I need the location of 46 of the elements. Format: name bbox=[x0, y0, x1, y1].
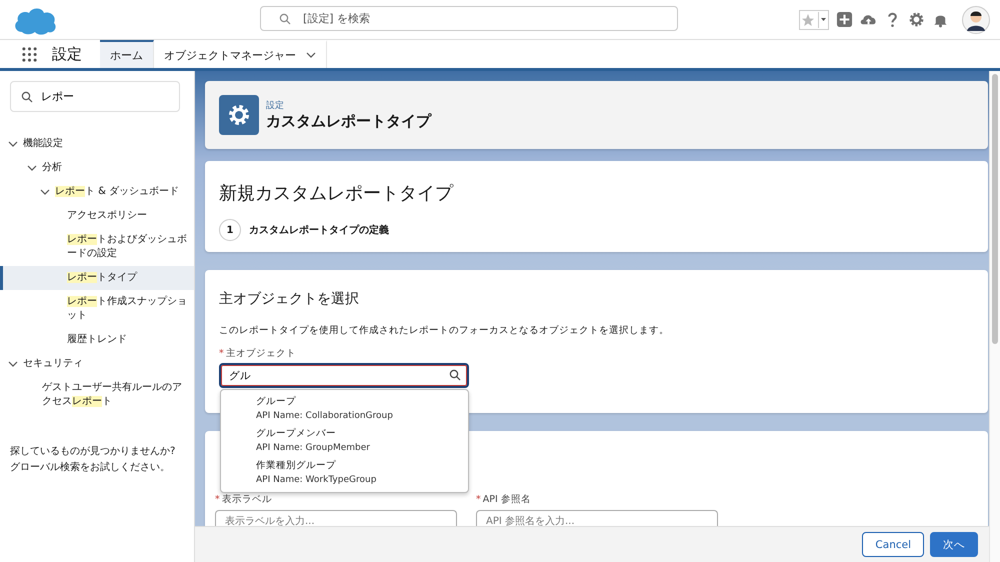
nav-tab[interactable]: オブジェクトマネージャー bbox=[154, 40, 327, 68]
primary-object-field[interactable]: グル bbox=[219, 363, 469, 388]
search-icon bbox=[21, 90, 33, 102]
chevron-down-icon[interactable] bbox=[8, 141, 18, 147]
footer-button[interactable]: Cancel bbox=[862, 532, 924, 557]
breadcrumb[interactable]: 設定 bbox=[266, 99, 431, 112]
tree-item[interactable]: レポー ト & ダッシュボード bbox=[0, 180, 194, 204]
page-title: カスタムレポートタイプ bbox=[266, 112, 431, 131]
step-label: カスタムレポートタイプの定義 bbox=[249, 223, 389, 237]
global-search-input[interactable]: [設定] を検索 bbox=[301, 11, 677, 26]
tree-item[interactable]: アクセスポリシー bbox=[0, 204, 194, 228]
gear-icon bbox=[219, 95, 259, 135]
plus-icon[interactable] bbox=[836, 11, 853, 28]
field-label: * 表示ラベル bbox=[215, 493, 273, 506]
search-icon bbox=[449, 369, 461, 381]
dropdown-option[interactable]: グループ API Name: CollaborationGroup bbox=[221, 393, 468, 425]
app-name: 設定 bbox=[52, 44, 82, 64]
step-number: 1 bbox=[219, 219, 241, 241]
avatar[interactable] bbox=[962, 6, 990, 34]
chevron-down-icon[interactable] bbox=[306, 52, 316, 58]
nav-tab[interactable]: ホーム bbox=[100, 40, 154, 68]
chevron-down-icon[interactable] bbox=[27, 165, 37, 171]
dropdown-option[interactable]: 作業種別グループ API Name: WorkTypeGroup bbox=[221, 457, 468, 489]
help-text: 探しているものが見つかりませんか? グローバル検索をお試しください。 bbox=[10, 445, 176, 475]
tree-item[interactable]: 機能設定 bbox=[0, 132, 194, 156]
chevron-down-icon[interactable] bbox=[8, 361, 18, 367]
section-heading: 主オブジェクトを選択 bbox=[219, 290, 360, 308]
dropdown-option[interactable]: グループメンバー API Name: GroupMember bbox=[221, 425, 468, 457]
quick-find-field[interactable]: レポー bbox=[10, 81, 180, 112]
global-search-field[interactable]: [設定] を検索 bbox=[260, 6, 678, 31]
tree-item[interactable]: レポー トおよびダッシュボードの設定 bbox=[0, 228, 194, 266]
tree-item[interactable]: レポー ト作成スナップショット bbox=[0, 290, 194, 328]
tree-item[interactable]: 履歴トレンド bbox=[0, 328, 194, 352]
tree-item[interactable]: レポー トタイプ bbox=[0, 266, 194, 290]
tree-item[interactable]: セキュリティ bbox=[0, 352, 194, 376]
field-label: * 主オブジェクト bbox=[219, 347, 297, 360]
settings-icon[interactable] bbox=[908, 11, 925, 28]
footer-button[interactable]: 次へ bbox=[930, 532, 978, 557]
tree-item[interactable]: ゲストユーザー共有ルールのアクセス レポー ト bbox=[0, 376, 194, 414]
section-description: このレポートタイプを使用して作成されたレポートのフォーカスとなるオブジェクトを選択します。 bbox=[219, 324, 670, 337]
app-launcher-icon[interactable] bbox=[22, 46, 37, 62]
chevron-down-icon[interactable] bbox=[40, 189, 50, 195]
wizard-title: 新規カスタムレポートタイプ bbox=[219, 182, 454, 205]
field-label: * API 参照名 bbox=[476, 493, 532, 506]
search-icon bbox=[279, 12, 291, 24]
tree-item[interactable]: 分析 bbox=[0, 156, 194, 180]
